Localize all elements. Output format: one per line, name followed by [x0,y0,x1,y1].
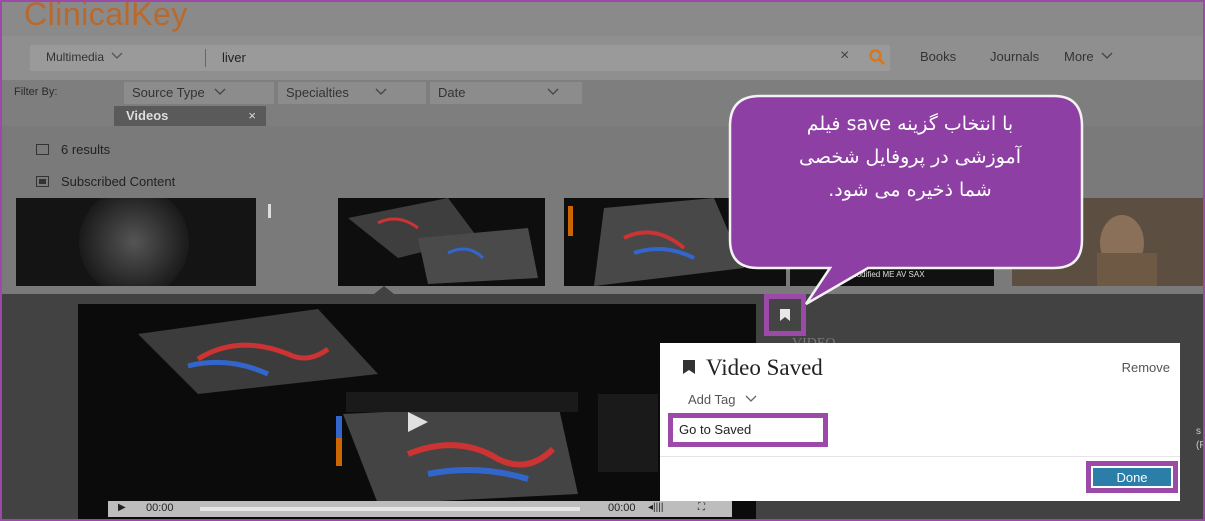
remove-link[interactable]: Remove [1122,360,1170,375]
ultrasound-video-frame [138,309,658,504]
chevron-down-icon [745,395,757,402]
scroll-indicator [268,204,271,218]
bookmark-icon [683,360,695,374]
seek-bar[interactable] [200,507,580,511]
chevron-down-icon [214,88,226,95]
play-icon[interactable]: ▶ [118,502,126,513]
volume-icon[interactable]: ◂|||| [648,502,663,513]
search-icon[interactable] [868,48,886,66]
clinicalkey-logo[interactable]: ClinicalKey [24,2,188,33]
search-box: Multimedia × [30,45,890,71]
fullscreen-icon[interactable]: ⛶ [698,502,705,513]
specialties-label: Specialties [286,85,349,100]
doppler-thumbnail-image [348,198,538,284]
results-count: 6 results [61,142,111,157]
callout-line: شما ذخیره می شود. [828,179,992,201]
filter-by-label: Filter By: [14,86,58,98]
source-type-label: Source Type [132,85,205,100]
chevron-down-icon [547,88,559,95]
date-dropdown[interactable]: Date [430,82,582,104]
thumbnail-caption: Modified ME AV SAX [850,270,925,279]
source-type-dropdown[interactable]: Source Type [124,82,274,104]
video-thumbnail[interactable]: Modified ME AV SAX [790,198,994,286]
search-scope-dropdown[interactable]: Multimedia [46,50,123,64]
video-saved-popup: Video Saved Remove Add Tag Go to Saved D… [660,343,1180,501]
callout-line: آموزشی در پروفایل شخصی [799,146,1021,168]
search-input[interactable] [220,49,724,66]
callout-line: با انتخاب گزینه save فیلم [806,113,1014,135]
subscribed-content-row: Subscribed Content [36,174,175,189]
popup-divider [660,456,1180,457]
truncated-side-text: s [1196,426,1201,437]
video-player[interactable]: ▶ 00:00 00:00 ◂|||| ⛶ [78,304,756,519]
results-count-row: 6 results [36,142,110,157]
add-tag-label: Add Tag [688,392,736,407]
popup-title-text: Video Saved [706,355,823,380]
truncated-side-text: (F [1196,440,1205,451]
go-to-saved-label: Go to Saved [679,422,752,437]
doppler-thumbnail-image [568,198,744,286]
clear-search-icon[interactable]: × [840,47,849,65]
video-thumbnail[interactable] [338,198,545,286]
specialties-dropdown[interactable]: Specialties [278,82,426,104]
video-thumbnail[interactable] [1012,198,1203,286]
search-bar: Multimedia × Books Journals More [2,36,1203,80]
chevron-down-icon [111,52,123,59]
remove-chip-icon[interactable]: × [248,106,256,126]
videos-chip-label: Videos [126,108,169,123]
nav-books-link[interactable]: Books [920,49,956,64]
subscribed-content-checkbox[interactable] [36,176,49,187]
callout-text: با انتخاب گزینه save فیلم آموزشی در پروف… [745,108,1075,207]
video-thumbnail[interactable] [16,198,256,286]
done-highlight: Done [1086,461,1178,493]
select-all-checkbox[interactable] [36,144,49,155]
nav-more-label: More [1064,49,1094,64]
go-to-saved-link[interactable]: Go to Saved [668,413,828,447]
video-controls: ▶ 00:00 00:00 ◂|||| ⛶ [108,501,732,517]
done-button[interactable]: Done [1093,468,1171,486]
bookmark-icon [780,309,790,321]
patient-thumbnail-image [1012,198,1203,286]
date-label: Date [438,85,466,100]
endoscopy-thumbnail-image [79,198,189,286]
app-header: ClinicalKey [2,2,1203,36]
nav-journals-link[interactable]: Journals [990,49,1039,64]
chevron-down-icon [1101,52,1113,59]
search-scope-label: Multimedia [46,50,105,64]
add-tag-dropdown[interactable]: Add Tag [688,392,757,407]
thumbnail-strip: Modified ME AV SAX [2,198,1203,294]
save-bookmark-button[interactable] [764,294,806,336]
popup-title: Video Saved [682,355,823,381]
nav-more-menu[interactable]: More [1064,49,1113,64]
search-divider [205,49,206,67]
videos-filter-chip: Videos × [114,106,266,126]
screen-frame: ClinicalKey Multimedia × Books Journals … [0,0,1205,521]
chevron-down-icon [375,88,386,95]
video-thumbnail[interactable] [564,198,786,286]
end-time: 00:00 [608,502,636,514]
subscribed-content-label: Subscribed Content [61,174,176,189]
current-time: 00:00 [146,502,174,514]
selected-arrow [374,286,394,294]
